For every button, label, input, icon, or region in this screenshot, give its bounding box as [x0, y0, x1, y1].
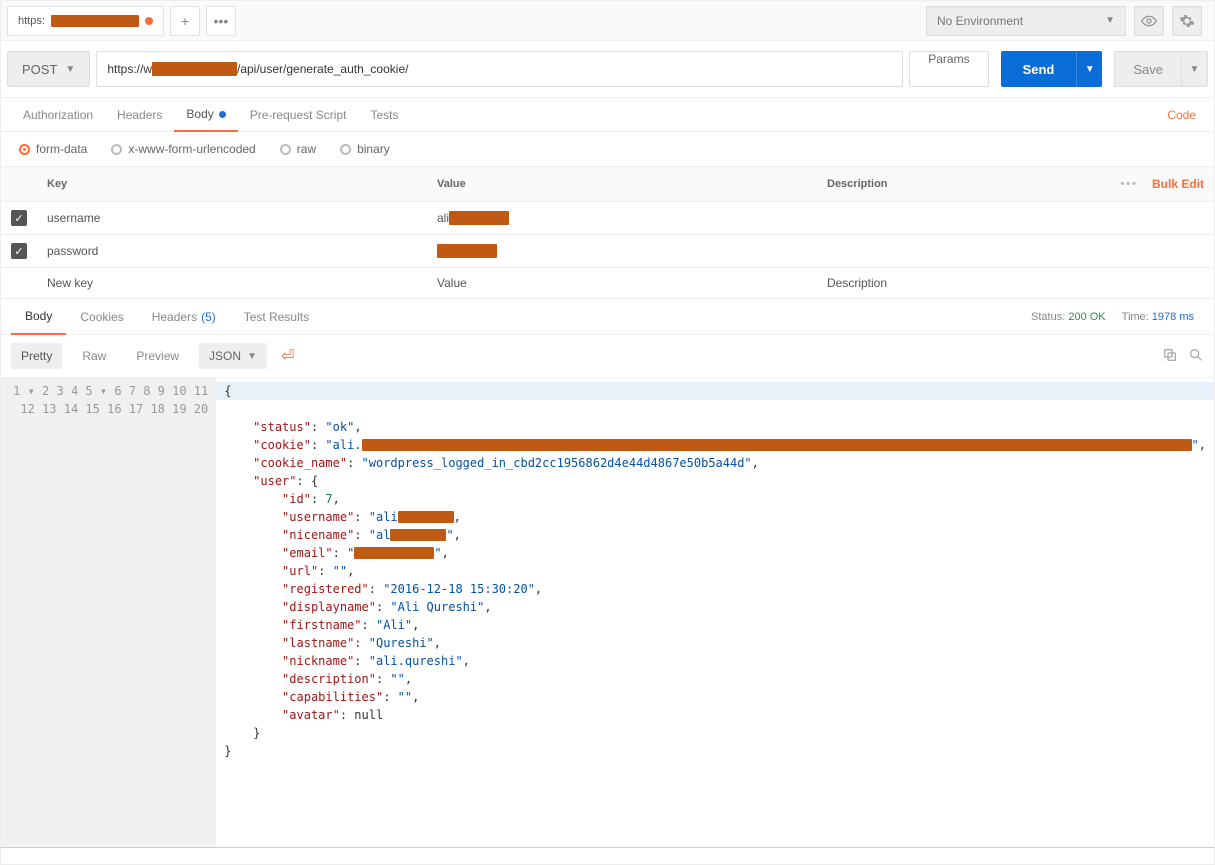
- body-type-binary[interactable]: binary: [340, 142, 390, 156]
- resp-tab-headers[interactable]: Headers (5): [138, 299, 230, 335]
- table-header-row: Key Value Description ••• Bulk Edit: [1, 167, 1214, 202]
- new-tab-button[interactable]: +: [170, 6, 200, 36]
- search-icon: [1188, 347, 1204, 363]
- format-select[interactable]: JSON ▼: [199, 343, 267, 369]
- view-raw[interactable]: Raw: [72, 343, 116, 369]
- http-method-select[interactable]: POST ▼: [7, 51, 90, 87]
- checkbox-icon[interactable]: ✓: [11, 210, 27, 226]
- tab-tests[interactable]: Tests: [358, 98, 410, 132]
- tab-headers[interactable]: Headers: [105, 98, 174, 132]
- body-type-raw[interactable]: raw: [280, 142, 316, 156]
- radio-icon: [111, 144, 122, 155]
- save-button[interactable]: Save: [1114, 51, 1182, 87]
- params-button[interactable]: Params: [909, 51, 988, 87]
- chevron-down-icon: ▼: [1085, 64, 1095, 75]
- body-type-formdata[interactable]: form-data: [19, 142, 87, 156]
- active-body-dot-icon: [219, 111, 226, 118]
- tab-body[interactable]: Body: [174, 98, 237, 132]
- table-new-row[interactable]: New key Value Description: [1, 268, 1214, 299]
- tab-authorization[interactable]: Authorization: [11, 98, 105, 132]
- col-desc: Description ••• Bulk Edit: [817, 167, 1214, 202]
- radio-icon: [280, 144, 291, 155]
- tab-options-button[interactable]: •••: [206, 6, 236, 36]
- chevron-down-icon: ▼: [1105, 15, 1115, 26]
- unsaved-indicator-icon: [145, 17, 153, 25]
- resp-tab-cookies[interactable]: Cookies: [66, 299, 137, 335]
- redacted-block: [152, 62, 237, 76]
- tab-prerequest[interactable]: Pre-request Script: [238, 98, 359, 132]
- resp-tab-body[interactable]: Body: [11, 299, 66, 335]
- bulk-edit-link[interactable]: Bulk Edit: [1152, 177, 1204, 191]
- checkbox-icon[interactable]: ✓: [11, 243, 27, 259]
- response-meta: Status: 200 OK Time: 1978 ms: [1031, 311, 1204, 323]
- line-gutter: 1 ▾ 2 3 4 5 ▾ 6 7 8 9 10 11 12 13 14 15 …: [1, 378, 216, 847]
- settings-button[interactable]: [1172, 6, 1202, 36]
- resp-tab-tests[interactable]: Test Results: [230, 299, 323, 335]
- formdata-table: Key Value Description ••• Bulk Edit ✓ us…: [1, 167, 1214, 299]
- top-tab-bar: https: + ••• No Environment ▼: [1, 1, 1214, 41]
- chevron-down-icon: ▼: [247, 351, 257, 362]
- redacted-block: [51, 15, 139, 27]
- radio-icon: [19, 144, 30, 155]
- search-button[interactable]: [1188, 347, 1204, 366]
- col-value: Value: [427, 167, 817, 202]
- chevron-down-icon: ▼: [1190, 64, 1200, 75]
- tab-url-prefix: https:: [18, 15, 45, 27]
- wrap-lines-button[interactable]: ⏎: [281, 346, 294, 366]
- col-key: Key: [37, 167, 427, 202]
- request-tab[interactable]: https:: [7, 6, 164, 36]
- response-tabs: Body Cookies Headers (5) Test Results St…: [1, 299, 1214, 335]
- radio-icon: [340, 144, 351, 155]
- send-button[interactable]: Send: [1001, 51, 1077, 87]
- request-builder-row: POST ▼ https://w /api/user/generate_auth…: [1, 41, 1214, 98]
- chevron-down-icon: ▼: [65, 64, 75, 75]
- environment-select[interactable]: No Environment ▼: [926, 6, 1126, 36]
- eye-icon: [1141, 13, 1157, 29]
- table-row[interactable]: ✓ password: [1, 235, 1214, 268]
- redacted-block: [437, 244, 497, 258]
- view-preview[interactable]: Preview: [126, 343, 189, 369]
- send-dropdown-button[interactable]: ▼: [1076, 51, 1102, 87]
- url-input[interactable]: https://w /api/user/generate_auth_cookie…: [96, 51, 903, 87]
- view-pretty[interactable]: Pretty: [11, 343, 62, 369]
- request-tabs: Authorization Headers Body Pre-request S…: [1, 98, 1214, 132]
- code-link[interactable]: Code: [1167, 108, 1204, 122]
- response-json[interactable]: { "status": "ok", "cookie": "ali.", "coo…: [216, 378, 1214, 847]
- more-options-icon[interactable]: •••: [1120, 178, 1138, 190]
- response-body-pane[interactable]: 1 ▾ 2 3 4 5 ▾ 6 7 8 9 10 11 12 13 14 15 …: [1, 378, 1214, 848]
- copy-icon: [1162, 347, 1178, 363]
- body-type-row: form-data x-www-form-urlencoded raw bina…: [1, 132, 1214, 167]
- save-dropdown-button[interactable]: ▼: [1182, 51, 1208, 87]
- response-view-toolbar: Pretty Raw Preview JSON ▼ ⏎: [1, 335, 1214, 378]
- gear-icon: [1179, 13, 1195, 29]
- redacted-block: [449, 211, 509, 225]
- copy-button[interactable]: [1162, 347, 1178, 366]
- body-type-urlencoded[interactable]: x-www-form-urlencoded: [111, 142, 255, 156]
- table-row[interactable]: ✓ username ali: [1, 202, 1214, 235]
- quick-look-button[interactable]: [1134, 6, 1164, 36]
